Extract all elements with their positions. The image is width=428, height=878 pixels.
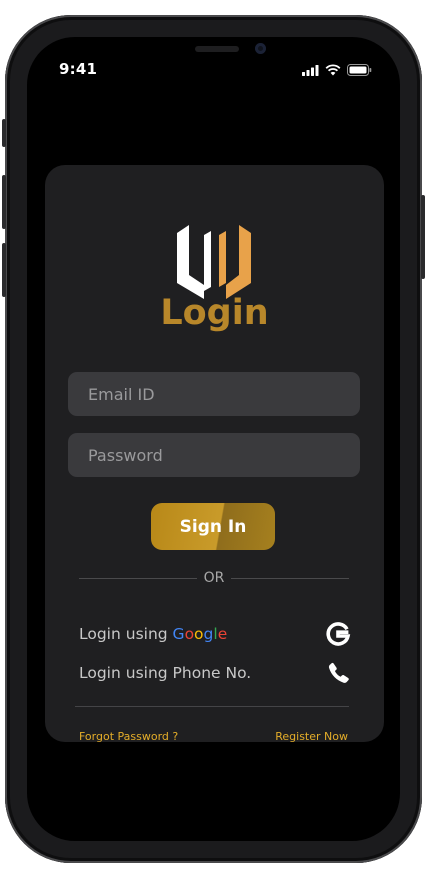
login-card: Login Sign In OR Login using Google Logi… xyxy=(45,165,384,743)
power-button xyxy=(421,195,425,279)
screen: 9:41 Login Email ID Sign In OR Login usi… xyxy=(27,37,400,841)
google-letter: o xyxy=(184,625,195,643)
volume-down-button xyxy=(2,243,6,297)
footer-divider xyxy=(75,706,349,707)
phone-frame: 9:41 Login Email ID Sign In OR Login usi… xyxy=(2,15,425,863)
google-login-label: Login using Google xyxy=(79,625,227,643)
forgot-password-link[interactable]: Forgot Password ? xyxy=(79,730,178,743)
google-letter: g xyxy=(203,625,214,643)
phone-icon[interactable] xyxy=(327,661,351,685)
password-input[interactable] xyxy=(68,433,360,477)
sign-in-button[interactable]: Sign In xyxy=(151,503,275,550)
signal-icon xyxy=(302,65,319,76)
page-title: Login xyxy=(160,293,269,333)
google-letter: o xyxy=(194,625,204,643)
status-bar: 9:41 xyxy=(27,37,400,78)
status-time: 9:41 xyxy=(59,60,98,78)
login-phone-option[interactable]: Login using Phone No. xyxy=(79,660,351,686)
status-icons xyxy=(302,64,372,76)
email-input[interactable] xyxy=(68,372,360,416)
register-link[interactable]: Register Now xyxy=(275,730,348,743)
wifi-icon xyxy=(325,64,341,76)
logo-icon xyxy=(177,225,251,299)
phone-login-label: Login using Phone No. xyxy=(79,664,252,682)
login-google-option[interactable]: Login using Google xyxy=(79,621,351,647)
speaker-grille xyxy=(195,46,239,52)
front-camera xyxy=(255,43,266,54)
google-wordmark: Google xyxy=(173,625,228,643)
mute-switch xyxy=(2,119,6,147)
battery-icon xyxy=(347,64,372,76)
google-login-prefix: Login using xyxy=(79,625,173,643)
google-letter: e xyxy=(217,625,228,643)
google-letter: G xyxy=(172,625,185,643)
or-separator: OR xyxy=(79,570,349,586)
volume-up-button xyxy=(2,175,6,229)
google-icon[interactable] xyxy=(325,621,351,647)
or-text: OR xyxy=(203,570,225,586)
